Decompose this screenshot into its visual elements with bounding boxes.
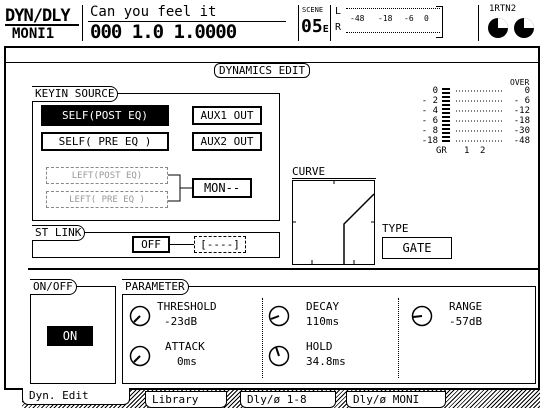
header-divider [298, 5, 299, 41]
screen-title: DYN/DLY [5, 6, 71, 26]
keyin-left-post-eq-button[interactable]: LEFT(POST EQ) [46, 167, 168, 184]
hold-value[interactable]: 34.8ms [306, 355, 346, 368]
meter-gr-label: GR [436, 146, 447, 156]
scene-number-value: 05 [301, 16, 323, 37]
gr-scale-label: -30 [513, 126, 530, 136]
attack-label: ATTACK [165, 340, 205, 353]
parameter-divider [262, 298, 264, 378]
time-counter: 000 1.0 1.0000 [90, 21, 237, 43]
st-link-toggle[interactable]: OFF [132, 236, 170, 253]
input-meter-scale: 0 - 2 - 4 - 6 - 8 -18 [414, 86, 438, 146]
header-divider [82, 5, 83, 41]
threshold-value[interactable]: -23dB [164, 315, 197, 328]
gr-scale-label: - 6 [513, 96, 530, 106]
input-meter-bar [442, 88, 450, 142]
tab-library[interactable]: Library [145, 391, 227, 408]
attack-value[interactable]: 0ms [177, 355, 197, 368]
header-divider [330, 5, 331, 41]
threshold-knob-icon[interactable] [129, 305, 151, 327]
scene-number-suffix: E [322, 24, 329, 35]
onoff-title: ON/OFF [30, 279, 77, 295]
panel-title: DYNAMICS EDIT [214, 63, 311, 78]
meter-tick-label: -48 [350, 14, 365, 23]
st-link-bracket-close: ] [233, 238, 240, 251]
range-value[interactable]: -57dB [449, 315, 482, 328]
tab-dly-moni[interactable]: Dly/ø MONI [346, 391, 446, 408]
st-link-target-value: ---- [206, 238, 234, 251]
type-label: TYPE [382, 222, 409, 235]
st-link-connector [170, 244, 194, 245]
meter-l-label: L [335, 6, 342, 17]
range-knob-icon[interactable] [411, 305, 433, 327]
curve-label-underline [292, 178, 376, 179]
meter-ch2-label: 2 [480, 146, 486, 156]
keyin-left-pre-eq-button[interactable]: LEFT( PRE EQ ) [46, 191, 168, 208]
decay-value[interactable]: 110ms [306, 315, 339, 328]
header-meter: -48 -18 -6 0 [346, 4, 456, 38]
st-link-bracket-open: [ [200, 238, 207, 251]
decay-label: DECAY [306, 300, 340, 313]
tab-dly-1-8[interactable]: Dly/ø 1-8 [240, 391, 336, 408]
keyin-aux1-out-button[interactable]: AUX1 OUT [192, 106, 262, 125]
keyin-source-title: KEYIN SOURCE [32, 86, 119, 102]
gr-scale-label: 0 [524, 86, 530, 96]
dynamics-on-button[interactable]: ON [47, 326, 93, 346]
meter-scale-label: - 8 [421, 126, 438, 136]
curve-label: CURVE [292, 165, 326, 178]
meter-scale-label: 0 [432, 86, 438, 96]
gr-scale-label: -48 [513, 136, 530, 146]
type-select[interactable]: GATE [382, 237, 452, 259]
range-label: RANGE [449, 300, 483, 313]
st-link-target[interactable]: [----] [194, 236, 246, 253]
meter-tick-label: 0 [424, 14, 429, 23]
tab-dyn-edit[interactable]: Dyn. Edit [22, 388, 130, 405]
return-knobs-icon [488, 18, 534, 38]
keyin-self-pre-eq-button[interactable]: SELF( PRE EQ ) [41, 132, 169, 151]
hold-label: HOLD [306, 340, 333, 353]
rtn-text: RTN [494, 4, 511, 14]
screen-subtitle: MONI1 [12, 26, 55, 42]
dynamics-curve-graph [292, 180, 375, 265]
keyin-mon-select[interactable]: MON-- [192, 178, 252, 198]
keyin-self-post-eq-button[interactable]: SELF(POST EQ) [41, 105, 169, 126]
scene-label: SCENE [302, 6, 324, 14]
meter-r-label: R [335, 22, 342, 33]
gr-scale-label: -18 [513, 116, 530, 126]
gr-scale-label: -12 [513, 106, 530, 116]
meter-dotted-guides [456, 90, 504, 142]
threshold-label: THRESHOLD [157, 300, 217, 313]
keyin-aux2-out-button[interactable]: AUX2 OUT [192, 132, 262, 151]
gr-meter-scale: 0 - 6 -12 -18 -30 -48 [506, 86, 530, 146]
meter-tick-label: -6 [404, 14, 414, 23]
section-separator [28, 268, 540, 270]
meter-ch1-label: 1 [464, 146, 470, 156]
parameter-divider [398, 298, 400, 378]
parameter-title: PARAMETER [122, 279, 189, 295]
rtn-label: 1RTN2 [489, 4, 516, 14]
decay-knob-icon[interactable] [268, 305, 290, 327]
song-title: Can you feel it [90, 4, 217, 20]
rtn-number: 2 [510, 4, 517, 14]
header-divider [478, 5, 479, 41]
meter-scale-label: -18 [421, 136, 438, 146]
attack-knob-icon[interactable] [129, 345, 151, 367]
header-bar: DYN/DLY MONI1 Can you feel it 000 1.0 1.… [2, 2, 542, 43]
keyin-bracket [168, 174, 192, 202]
scene-number: 05E [301, 16, 329, 37]
meter-scale-label: - 4 [421, 106, 438, 116]
hold-knob-icon[interactable] [268, 345, 290, 367]
meter-scale-label: - 2 [421, 96, 438, 106]
meter-scale-label: - 6 [421, 116, 438, 126]
meter-tick-label: -18 [378, 14, 393, 23]
st-link-title: ST LINK [32, 225, 86, 241]
